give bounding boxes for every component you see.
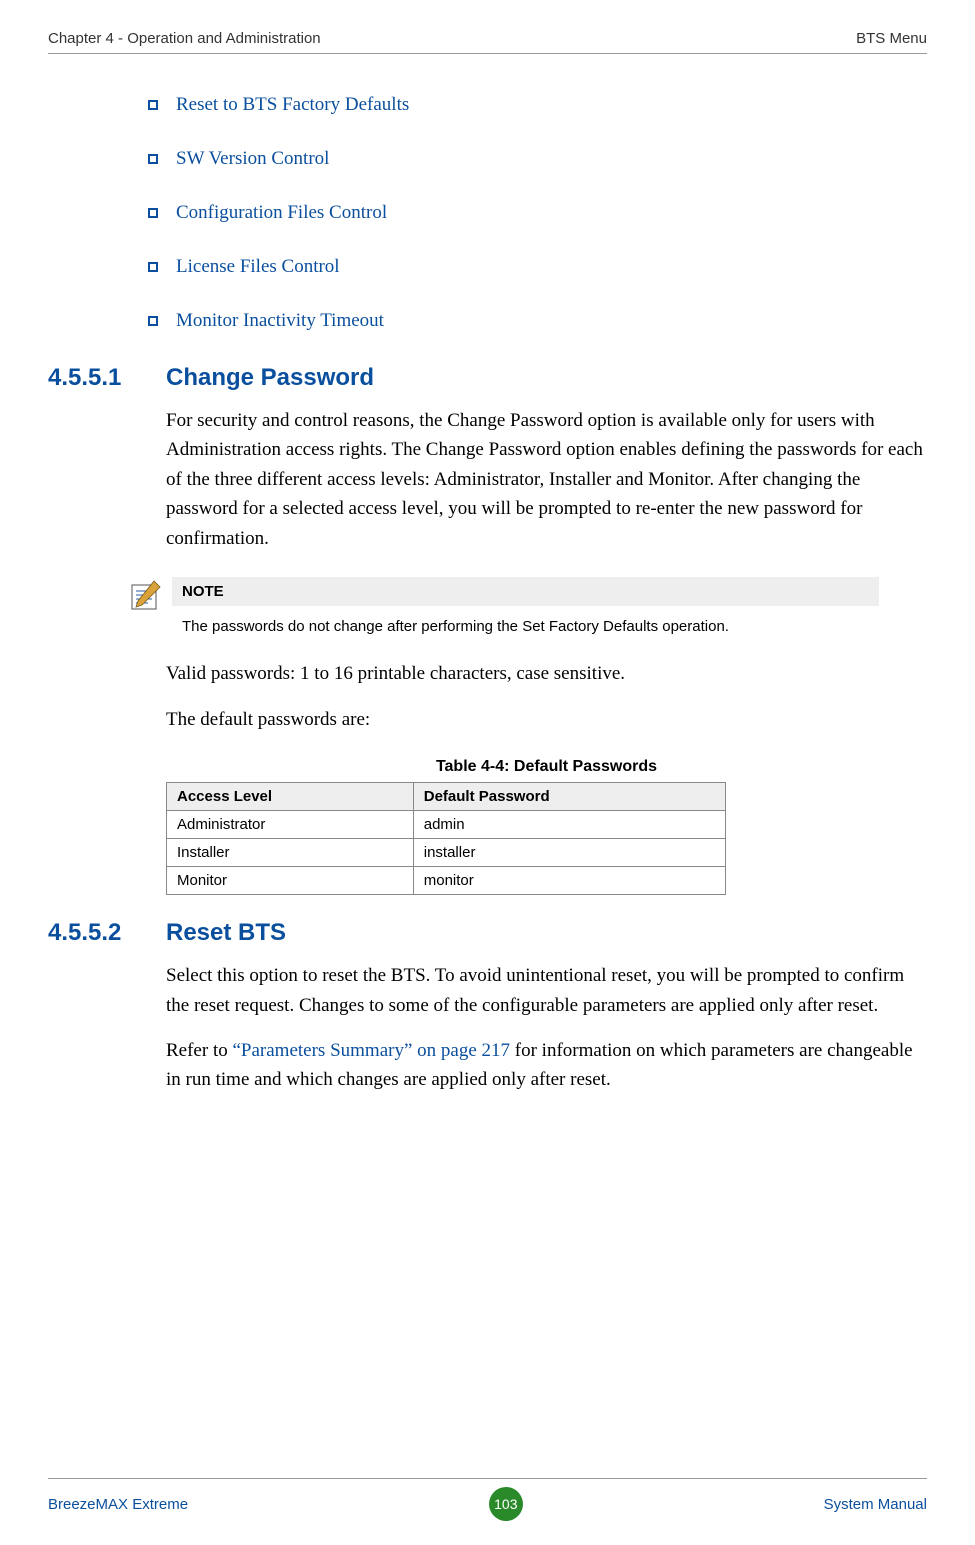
bullet-link[interactable]: Reset to BTS Factory Defaults [176, 94, 409, 116]
body-paragraph: For security and control reasons, the Ch… [166, 406, 927, 553]
page-footer: BreezeMAX Extreme 103 System Manual [48, 1478, 927, 1521]
section-title: Change Password [166, 364, 374, 392]
list-item: Monitor Inactivity Timeout [148, 310, 927, 332]
note-icon [128, 577, 172, 613]
bullet-link[interactable]: Monitor Inactivity Timeout [176, 310, 384, 332]
table-header-cell: Default Password [413, 783, 725, 811]
text-run: Refer to [166, 1040, 232, 1061]
square-bullet-icon [148, 208, 158, 218]
bullet-link[interactable]: License Files Control [176, 256, 340, 278]
header-chapter: Chapter 4 - Operation and Administration [48, 30, 321, 47]
table-cell: admin [413, 811, 725, 839]
body-paragraph: The default passwords are: [166, 705, 927, 734]
page-number-badge: 103 [489, 1487, 523, 1521]
list-item: Reset to BTS Factory Defaults [148, 94, 927, 116]
cross-reference-link[interactable]: “Parameters Summary” on page 217 [232, 1040, 510, 1061]
page-header: Chapter 4 - Operation and Administration… [48, 30, 927, 54]
note-label: NOTE [172, 577, 879, 606]
square-bullet-icon [148, 100, 158, 110]
square-bullet-icon [148, 316, 158, 326]
table-row: Monitor monitor [167, 867, 726, 895]
square-bullet-icon [148, 262, 158, 272]
body-paragraph: Select this option to reset the BTS. To … [166, 961, 927, 1020]
footer-product: BreezeMAX Extreme [48, 1496, 188, 1513]
section-title: Reset BTS [166, 919, 286, 947]
table-cell: Installer [167, 839, 414, 867]
square-bullet-icon [148, 154, 158, 164]
table-header-cell: Access Level [167, 783, 414, 811]
table-cell: Monitor [167, 867, 414, 895]
bullet-link[interactable]: SW Version Control [176, 148, 329, 170]
section-heading: 4.5.5.1 Change Password [48, 364, 927, 392]
list-item: SW Version Control [148, 148, 927, 170]
table-row: Installer installer [167, 839, 726, 867]
table-header-row: Access Level Default Password [167, 783, 726, 811]
list-item: License Files Control [148, 256, 927, 278]
list-item: Configuration Files Control [148, 202, 927, 224]
bullet-link[interactable]: Configuration Files Control [176, 202, 387, 224]
table-caption: Table 4-4: Default Passwords [166, 758, 927, 776]
body-paragraph: Valid passwords: 1 to 16 printable chara… [166, 659, 927, 688]
table-row: Administrator admin [167, 811, 726, 839]
table-cell: Administrator [167, 811, 414, 839]
note-body: The passwords do not change after perfor… [172, 606, 879, 643]
bullet-list: Reset to BTS Factory Defaults SW Version… [148, 94, 927, 332]
table-cell: monitor [413, 867, 725, 895]
body-paragraph: Refer to “Parameters Summary” on page 21… [166, 1036, 927, 1095]
section-number: 4.5.5.2 [48, 919, 166, 947]
footer-manual: System Manual [824, 1496, 927, 1513]
note-block: NOTE The passwords do not change after p… [128, 577, 879, 643]
section-number: 4.5.5.1 [48, 364, 166, 392]
table-cell: installer [413, 839, 725, 867]
header-section: BTS Menu [856, 30, 927, 47]
default-passwords-table: Table 4-4: Default Passwords Access Leve… [166, 758, 927, 895]
section-heading: 4.5.5.2 Reset BTS [48, 919, 927, 947]
